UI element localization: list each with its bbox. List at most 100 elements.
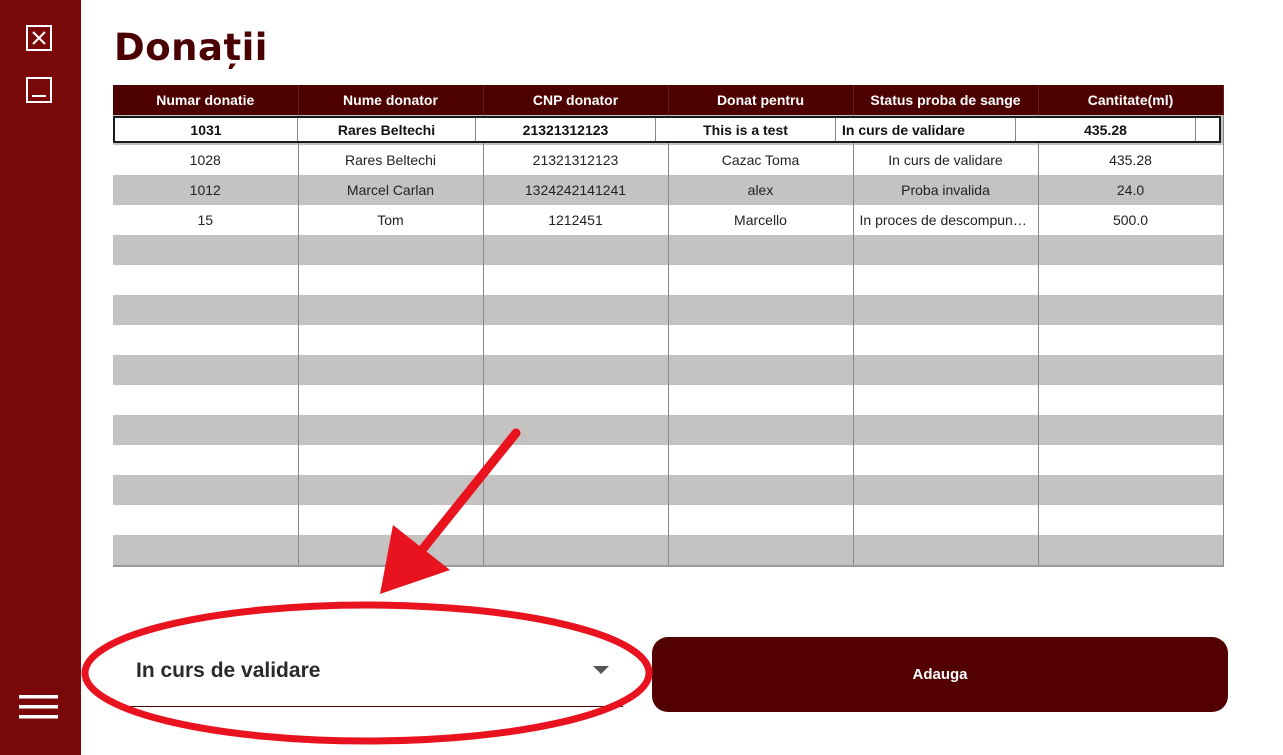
- table-cell-cantitate: [1038, 265, 1224, 295]
- edit-cell-cnp-donator[interactable]: 21321312123: [476, 118, 656, 141]
- table-cell-cnp-donator: [483, 295, 669, 325]
- table-cell-nume-donator: [298, 415, 484, 445]
- table-row[interactable]: [113, 535, 1224, 567]
- table-cell-numar-donatie: [113, 265, 299, 295]
- table-cell-status: [853, 385, 1039, 415]
- table-row[interactable]: [113, 355, 1224, 385]
- column-header-cantitate[interactable]: Cantitate(ml): [1038, 85, 1224, 115]
- table-cell-status: [853, 235, 1039, 265]
- table-cell-cnp-donator: [483, 355, 669, 385]
- table-cell-status: [853, 415, 1039, 445]
- table-cell-donat-pentru: [668, 235, 854, 265]
- column-header-donat-pentru[interactable]: Donat pentru: [668, 85, 854, 115]
- table-cell-nume-donator: [298, 385, 484, 415]
- table-cell-donat-pentru: [668, 445, 854, 475]
- table-cell-nume-donator: [298, 265, 484, 295]
- table-cell-donat-pentru: Marcello: [668, 205, 854, 235]
- table-cell-donat-pentru: [668, 295, 854, 325]
- edit-cell-status[interactable]: In curs de validare: [836, 118, 1016, 141]
- table-cell-numar-donatie: [113, 445, 299, 475]
- table-row[interactable]: [113, 505, 1224, 535]
- table-cell-status: [853, 265, 1039, 295]
- table-row[interactable]: [113, 445, 1224, 475]
- table-row[interactable]: [113, 385, 1224, 415]
- table-cell-numar-donatie: [113, 235, 299, 265]
- table-cell-status: Proba invalida: [853, 175, 1039, 205]
- column-header-status[interactable]: Status proba de sange: [853, 85, 1039, 115]
- table-cell-numar-donatie: 15: [113, 205, 299, 235]
- hamburger-menu-icon[interactable]: [19, 692, 59, 722]
- table-cell-cnp-donator: 1212451: [483, 205, 669, 235]
- table-row[interactable]: [113, 295, 1224, 325]
- edit-cell-nume-donator[interactable]: Rares Beltechi: [298, 118, 476, 141]
- column-header-nume-donator[interactable]: Nume donator: [298, 85, 484, 115]
- add-button[interactable]: Adauga: [652, 637, 1228, 712]
- edit-row[interactable]: 1031 Rares Beltechi 21321312123 This is …: [113, 116, 1221, 143]
- table-row[interactable]: [113, 475, 1224, 505]
- table-cell-numar-donatie: [113, 415, 299, 445]
- table-cell-status: In proces de descompunere: [853, 205, 1039, 235]
- table-cell-cnp-donator: [483, 265, 669, 295]
- page-title: Donații: [114, 26, 268, 69]
- table-cell-nume-donator: [298, 355, 484, 385]
- table-row[interactable]: [113, 265, 1224, 295]
- table-cell-status: [853, 355, 1039, 385]
- status-select-value: In curs de validare: [136, 659, 321, 682]
- edit-cell-numar-donatie[interactable]: 1031: [115, 118, 298, 141]
- table-cell-donat-pentru: [668, 325, 854, 355]
- table-cell-nume-donator: [298, 295, 484, 325]
- table-cell-status: In curs de validare: [853, 145, 1039, 175]
- table-cell-numar-donatie: [113, 355, 299, 385]
- table-cell-donat-pentru: Cazac Toma: [668, 145, 854, 175]
- chevron-down-icon[interactable]: [593, 666, 609, 674]
- table-cell-nume-donator: [298, 235, 484, 265]
- table-cell-nume-donator: [298, 445, 484, 475]
- table-cell-cantitate: [1038, 415, 1224, 445]
- table-header-row: Numar donatie Nume donator CNP donator D…: [113, 85, 1224, 115]
- table-cell-cantitate: [1038, 355, 1224, 385]
- table-cell-cantitate: 500.0: [1038, 205, 1224, 235]
- table-cell-cnp-donator: [483, 325, 669, 355]
- table-row[interactable]: 1012 Marcel Carlan 1324242141241 alex Proba …: [113, 175, 1224, 205]
- table-cell-nume-donator: Marcel Carlan: [298, 175, 484, 205]
- table-cell-status: [853, 475, 1039, 505]
- table-cell-cnp-donator: [483, 445, 669, 475]
- table-row[interactable]: 15 Tom 1212451 Marcello In proces de descomp…: [113, 205, 1224, 235]
- table-row[interactable]: [113, 235, 1224, 265]
- table-cell-cantitate: [1038, 535, 1224, 567]
- donations-table: Numar donatie Nume donator CNP donator D…: [113, 85, 1224, 567]
- table-cell-status: [853, 535, 1039, 567]
- table-cell-cnp-donator: 1324242141241: [483, 175, 669, 205]
- column-header-cnp-donator[interactable]: CNP donator: [483, 85, 669, 115]
- edit-cell-cantitate[interactable]: 435.28: [1016, 118, 1196, 141]
- table-cell-numar-donatie: [113, 505, 299, 535]
- table-cell-cnp-donator: [483, 505, 669, 535]
- edit-cell-donat-pentru[interactable]: This is a test: [656, 118, 836, 141]
- table-cell-cantitate: [1038, 445, 1224, 475]
- table-cell-cantitate: [1038, 475, 1224, 505]
- table-cell-numar-donatie: [113, 475, 299, 505]
- table-cell-donat-pentru: [668, 475, 854, 505]
- table-cell-status: [853, 505, 1039, 535]
- table-cell-cnp-donator: [483, 535, 669, 567]
- table-row[interactable]: [113, 325, 1224, 355]
- table-row[interactable]: 1028 Rares Beltechi 21321312123 Cazac Toma I…: [113, 145, 1224, 175]
- table-cell-nume-donator: Rares Beltechi: [298, 145, 484, 175]
- status-select[interactable]: In curs de validare: [120, 640, 623, 707]
- table-cell-cantitate: 435.28: [1038, 145, 1224, 175]
- table-cell-nume-donator: Tom: [298, 205, 484, 235]
- table-cell-nume-donator: [298, 475, 484, 505]
- minimize-icon[interactable]: [24, 75, 54, 105]
- table-cell-numar-donatie: 1012: [113, 175, 299, 205]
- table-cell-donat-pentru: [668, 265, 854, 295]
- table-cell-cantitate: [1038, 325, 1224, 355]
- table-cell-donat-pentru: [668, 535, 854, 567]
- table-cell-cantitate: 24.0: [1038, 175, 1224, 205]
- table-cell-donat-pentru: [668, 415, 854, 445]
- table-cell-nume-donator: [298, 505, 484, 535]
- table-row[interactable]: [113, 415, 1224, 445]
- table-cell-numar-donatie: [113, 385, 299, 415]
- table-cell-donat-pentru: [668, 355, 854, 385]
- close-box-icon[interactable]: [24, 23, 54, 53]
- column-header-numar-donatie[interactable]: Numar donatie: [113, 85, 299, 115]
